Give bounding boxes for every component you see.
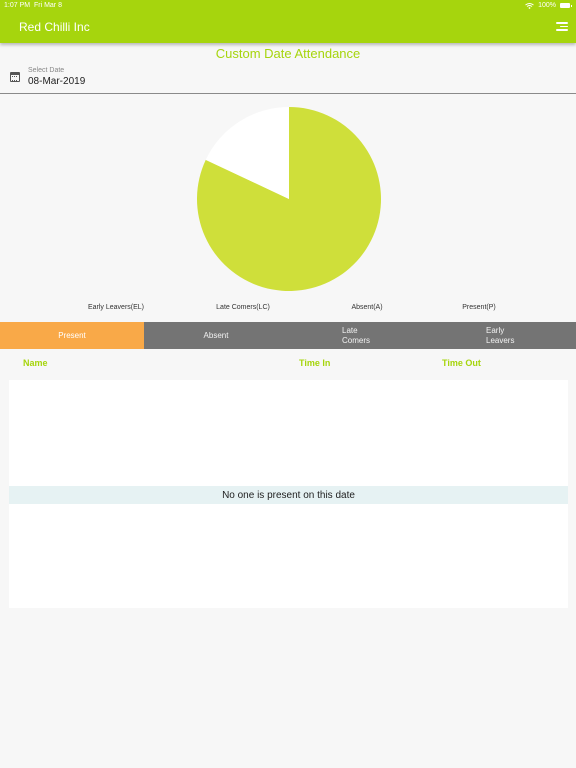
calendar-icon[interactable] <box>10 72 20 82</box>
column-time-out: Time Out <box>442 358 481 368</box>
attendance-table: No one is present on this date <box>9 380 568 608</box>
pie-chart-svg <box>196 107 382 291</box>
empty-message: No one is present on this date <box>9 486 568 504</box>
tab-present-label: Present <box>58 330 86 340</box>
chart-legend: Early Leavers(EL) Late Comers(LC) Absent… <box>0 304 576 316</box>
tab-early-leavers-label: Early Leavers <box>486 325 515 345</box>
status-date: Fri Mar 8 <box>33 2 62 9</box>
tab-early-leavers[interactable]: Early Leavers <box>432 322 576 349</box>
attendance-pie-chart <box>0 100 576 300</box>
tab-absent-label: Absent <box>203 330 229 340</box>
table-header: Name Time In Time Out <box>0 356 576 370</box>
tab-present[interactable]: Present <box>0 322 144 349</box>
tab-late-comers-label: Late Comers <box>342 325 371 345</box>
attendance-tabs: Present Absent Late Comers Early Leavers <box>0 322 576 349</box>
date-picker[interactable]: Select Date 08-Mar-2019 <box>0 66 576 94</box>
page-title: Custom Date Attendance <box>215 46 361 61</box>
tab-absent[interactable]: Absent <box>144 322 288 349</box>
tab-late-comers[interactable]: Late Comers <box>288 322 432 349</box>
column-name: Name <box>23 358 48 368</box>
date-label: Select Date <box>28 67 65 74</box>
status-bar: 1:07 PM Fri Mar 8 100% <box>0 0 576 12</box>
legend-present: Present(P) <box>462 304 496 311</box>
app-title: Red Chilli Inc <box>19 20 90 34</box>
battery-icon <box>560 3 572 8</box>
date-value[interactable]: 08-Mar-2019 <box>28 76 85 87</box>
column-time-in: Time In <box>299 358 331 368</box>
hamburger-menu-icon[interactable] <box>556 22 568 31</box>
legend-early-leavers: Early Leavers(EL) <box>87 304 145 311</box>
legend-absent: Absent(A) <box>351 304 383 311</box>
status-clock: 1:07 PM <box>4 2 31 9</box>
battery-percentage: 100% <box>538 2 556 9</box>
app-bar: 1:07 PM Fri Mar 8 100% Red Chilli Inc <box>0 0 576 43</box>
status-time: 1:07 PM Fri Mar 8 <box>4 2 62 9</box>
legend-late-comers: Late Comers(LC) <box>216 304 270 311</box>
wifi-icon <box>525 2 534 9</box>
status-indicators: 100% <box>525 2 572 9</box>
